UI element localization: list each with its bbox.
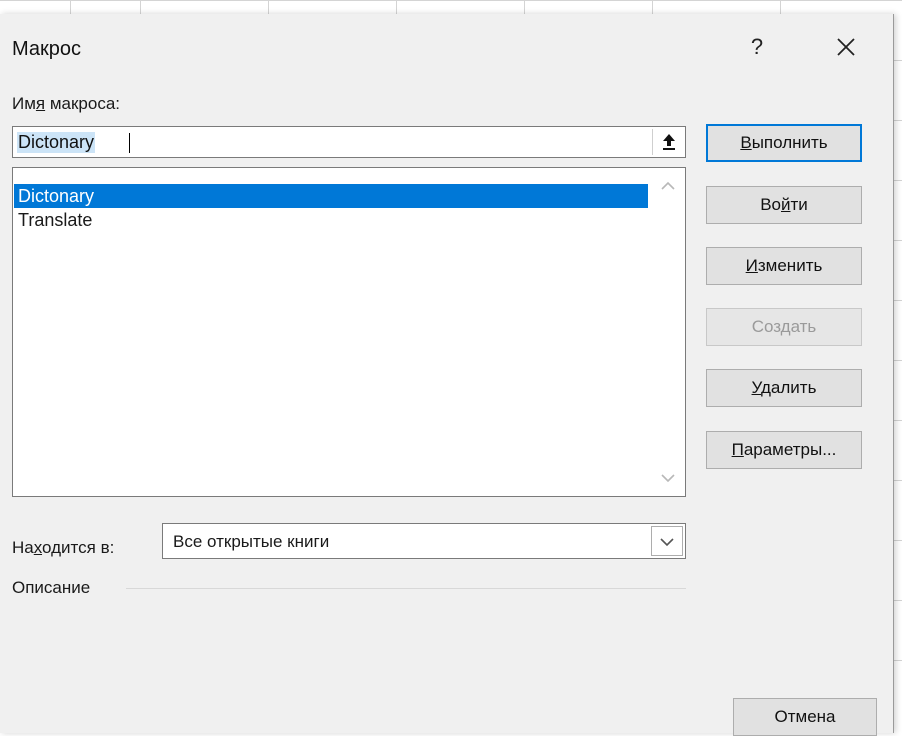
button-label: ыполнить — [751, 133, 828, 152]
location-select[interactable]: Все открытые книги — [162, 523, 686, 559]
chevron-up-icon[interactable] — [659, 180, 677, 192]
button-label: зменить — [757, 256, 823, 275]
access-key: я — [35, 94, 46, 113]
grid-line — [893, 360, 902, 361]
macro-name-value: Dictonary — [17, 132, 96, 153]
collapse-dialog-button[interactable] — [652, 129, 685, 155]
button-label: араметры... — [743, 440, 837, 459]
collapse-dialog-icon — [663, 134, 675, 150]
grid-line — [893, 600, 902, 601]
button-label: ти — [790, 195, 808, 214]
dropdown-button[interactable] — [651, 526, 683, 556]
button-label: Во — [760, 195, 781, 214]
create-button: Создать — [706, 308, 862, 346]
options-button[interactable]: Параметры... — [706, 431, 862, 469]
list-item[interactable]: Dictonary — [14, 184, 648, 208]
grid-line — [893, 420, 902, 421]
access-key: И — [745, 256, 758, 275]
grid-line — [893, 480, 902, 481]
dialog-title: Макрос — [12, 38, 82, 60]
label-text: макроса: — [45, 94, 121, 113]
macro-name-label: Имя макроса: — [12, 94, 120, 114]
edit-button[interactable]: Изменить — [706, 247, 862, 285]
grid-line — [0, 0, 902, 1]
grid-line — [893, 60, 902, 61]
macro-name-input[interactable]: Dictonary — [12, 126, 686, 158]
description-divider — [126, 588, 686, 589]
access-key: В — [740, 133, 752, 152]
location-label: Находится в: — [12, 538, 114, 558]
label-text: Им — [12, 94, 36, 113]
label-text: На — [12, 538, 34, 557]
help-button[interactable]: ? — [740, 30, 774, 64]
label-text: одится в: — [42, 538, 115, 557]
location-value: Все открытые книги — [173, 532, 330, 551]
text-caret — [129, 133, 130, 153]
access-key: У — [751, 378, 762, 397]
access-key: П — [731, 440, 744, 459]
delete-button[interactable]: Удалить — [706, 369, 862, 407]
chevron-down-icon[interactable] — [659, 472, 677, 484]
grid-line — [893, 540, 902, 541]
grid-line — [893, 180, 902, 181]
grid-line — [893, 240, 902, 241]
step-into-button[interactable]: Войти — [706, 186, 862, 224]
access-key: й — [781, 195, 791, 214]
list-item[interactable]: Translate — [14, 208, 648, 232]
button-label: далить — [761, 378, 817, 397]
grid-line — [893, 660, 902, 661]
description-label: Описание — [12, 578, 91, 597]
run-button[interactable]: Выполнить — [706, 124, 862, 162]
vertical-scrollbar[interactable] — [651, 168, 685, 496]
chevron-down-icon — [660, 538, 674, 547]
grid-line — [893, 120, 902, 121]
grid-line — [893, 300, 902, 301]
close-icon — [837, 38, 855, 56]
access-key: х — [33, 538, 43, 557]
macro-dialog: Макрос ? Имя макроса: Dictonary Dictonar… — [0, 14, 894, 736]
close-button[interactable] — [826, 30, 866, 64]
macro-list[interactable]: Dictonary Translate — [12, 167, 686, 497]
cancel-button[interactable]: Отмена — [733, 698, 877, 736]
